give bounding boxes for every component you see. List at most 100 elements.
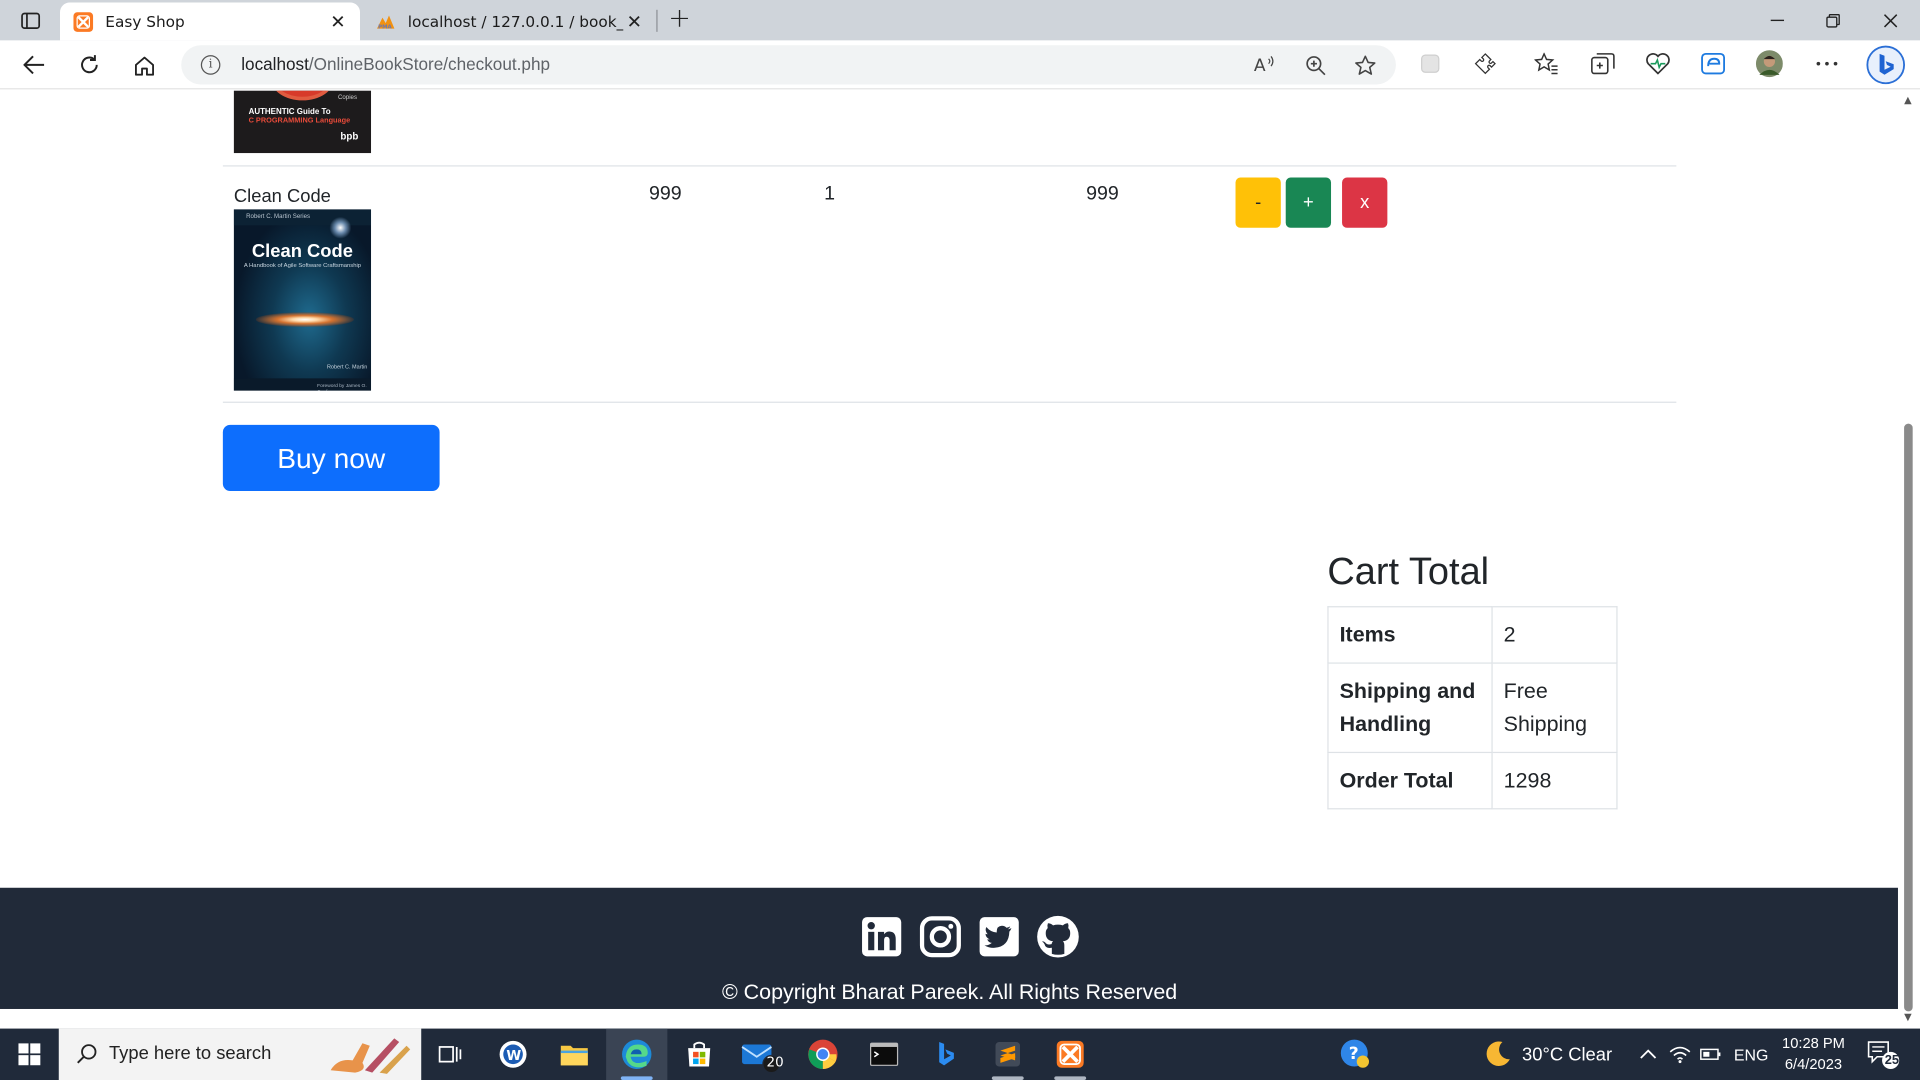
wifi-icon[interactable] bbox=[1669, 1029, 1691, 1080]
shipping-label: Shipping and Handling bbox=[1327, 662, 1493, 754]
extensions-icon[interactable] bbox=[1472, 50, 1499, 77]
xampp-favicon-icon bbox=[73, 11, 94, 32]
search-highlight-icon bbox=[326, 1033, 417, 1080]
linkedin-icon[interactable] bbox=[860, 915, 904, 959]
page-scrollbar[interactable]: ▲ ▼ bbox=[1899, 90, 1920, 1029]
increase-quantity-button[interactable]: + bbox=[1285, 177, 1332, 228]
table-row-divider bbox=[222, 401, 1677, 403]
new-tab-button[interactable]: + bbox=[666, 6, 693, 33]
scroll-down-icon[interactable]: ▼ bbox=[1904, 1011, 1912, 1022]
page-bottom-strip bbox=[0, 1008, 1900, 1029]
items-label: Items bbox=[1327, 606, 1493, 664]
edge-drop-icon[interactable] bbox=[1700, 50, 1727, 77]
weather-widget[interactable]: 30°C Clear bbox=[1482, 1029, 1612, 1080]
file-explorer-icon[interactable] bbox=[544, 1029, 605, 1080]
help-icon[interactable]: ? bbox=[1325, 1029, 1386, 1080]
url-host: localhost bbox=[241, 53, 309, 74]
back-icon[interactable] bbox=[18, 50, 50, 79]
windows-start-icon[interactable] bbox=[0, 1029, 59, 1080]
scroll-up-icon[interactable]: ▲ bbox=[1904, 94, 1912, 105]
extension-placeholder-icon[interactable] bbox=[1417, 50, 1444, 77]
order-total-value: 1298 bbox=[1491, 751, 1618, 810]
notification-center-icon[interactable]: 25 bbox=[1866, 1029, 1900, 1080]
scrollbar-thumb[interactable] bbox=[1904, 423, 1913, 1012]
task-view-icon[interactable] bbox=[420, 1029, 481, 1080]
buy-now-button[interactable]: Buy now bbox=[222, 424, 440, 492]
cover-star-glow bbox=[329, 216, 352, 239]
restore-button[interactable] bbox=[1805, 0, 1861, 40]
instagram-icon[interactable] bbox=[918, 915, 962, 959]
taskbar-search-box[interactable]: Type here to search bbox=[58, 1028, 422, 1080]
remove-item-button[interactable]: x bbox=[1342, 177, 1388, 228]
decrease-quantity-button[interactable]: - bbox=[1235, 177, 1281, 228]
microsoft-store-icon[interactable] bbox=[669, 1029, 730, 1080]
xampp-taskbar-icon[interactable] bbox=[1040, 1029, 1101, 1080]
tab-actions-icon[interactable] bbox=[15, 9, 47, 33]
cover-publisher: bpb bbox=[340, 131, 359, 143]
clean-code-book-cover: Robert C. Martin Series Clean Code A Han… bbox=[233, 209, 372, 391]
browser-tab-strip: Easy Shop ✕ PMA localhost / 127.0.0.1 / … bbox=[0, 0, 1920, 41]
mail-badge: 20 bbox=[766, 1054, 784, 1071]
cover-title: Clean Code bbox=[251, 241, 353, 263]
phpmyadmin-favicon-icon: PMA bbox=[376, 12, 396, 32]
tab-easy-shop[interactable]: Easy Shop ✕ bbox=[60, 2, 361, 41]
url-path: /OnlineBookStore/checkout.php bbox=[308, 53, 551, 74]
edge-taskbar-icon[interactable] bbox=[606, 1028, 668, 1080]
tab-title: localhost / 127.0.0.1 / book_store bbox=[407, 12, 624, 31]
checkout-page: Copies AUTHENTIC Guide To C PROGRAMMING … bbox=[0, 90, 1898, 1009]
cover-badge-text: Copies bbox=[337, 94, 358, 102]
shipping-value: Free Shipping bbox=[1491, 662, 1618, 754]
svg-text:W: W bbox=[506, 1049, 521, 1064]
favorite-star-icon[interactable] bbox=[1353, 54, 1377, 76]
home-icon[interactable] bbox=[129, 50, 161, 79]
collections-icon[interactable] bbox=[1589, 50, 1616, 77]
site-info-icon[interactable]: i bbox=[200, 55, 221, 75]
bing-taskbar-icon[interactable] bbox=[916, 1029, 977, 1080]
zoom-icon[interactable] bbox=[1303, 54, 1327, 76]
browser-essentials-icon[interactable] bbox=[1645, 50, 1672, 77]
language-indicator[interactable]: ENG bbox=[1734, 1029, 1768, 1080]
mail-icon[interactable]: 20 bbox=[730, 1029, 791, 1080]
favorites-icon[interactable] bbox=[1533, 50, 1560, 77]
site-footer: © Copyright Bharat Pareek. All Rights Re… bbox=[0, 887, 1898, 1009]
minimize-button[interactable] bbox=[1749, 0, 1805, 40]
table-row: Order Total 1298 bbox=[1327, 751, 1618, 810]
close-tab-icon[interactable]: ✕ bbox=[623, 10, 645, 32]
refresh-icon[interactable] bbox=[73, 50, 105, 79]
cart-item-name: Clean Code bbox=[233, 186, 331, 207]
sublime-text-icon[interactable] bbox=[977, 1029, 1038, 1080]
cover-author: Robert C. Martin bbox=[326, 363, 368, 370]
cart-item-subtotal: 999 bbox=[1086, 183, 1119, 205]
tab-phpmyadmin[interactable]: PMA localhost / 127.0.0.1 / book_store ✕ bbox=[362, 2, 656, 40]
search-icon bbox=[76, 1043, 98, 1070]
bing-copilot-icon[interactable] bbox=[1866, 45, 1906, 85]
cover-galaxy-image bbox=[255, 312, 354, 327]
more-options-icon[interactable] bbox=[1813, 50, 1840, 77]
previous-book-cover: Copies AUTHENTIC Guide To C PROGRAMMING … bbox=[233, 90, 372, 154]
read-aloud-icon[interactable]: A bbox=[1253, 54, 1277, 76]
copyright-text: © Copyright Bharat Pareek. All Rights Re… bbox=[721, 979, 1178, 1005]
search-placeholder: Type here to search bbox=[108, 1043, 272, 1065]
battery-icon[interactable] bbox=[1700, 1029, 1722, 1080]
word-app-icon[interactable]: W bbox=[482, 1029, 543, 1080]
show-hidden-icons[interactable] bbox=[1638, 1029, 1658, 1080]
svg-text:A: A bbox=[1254, 56, 1266, 75]
chrome-icon[interactable] bbox=[792, 1029, 853, 1080]
twitter-icon[interactable] bbox=[977, 915, 1021, 959]
url-text: localhost/OnlineBookStore/checkout.php bbox=[241, 54, 550, 74]
close-window-button[interactable] bbox=[1862, 0, 1918, 40]
cart-item-price: 999 bbox=[648, 183, 682, 205]
taskbar-clock[interactable]: 10:28 PM 6/4/2023 bbox=[1774, 1033, 1852, 1075]
cover-subtitle: A Handbook of Agile Software Craftsmansh… bbox=[243, 263, 362, 270]
cover-emblem bbox=[270, 90, 335, 101]
cover-line-1: AUTHENTIC Guide To bbox=[248, 107, 331, 117]
cart-total-title: Cart Total bbox=[1327, 549, 1490, 593]
close-tab-icon[interactable]: ✕ bbox=[327, 10, 349, 32]
tab-separator bbox=[656, 9, 658, 32]
tab-title: Easy Shop bbox=[105, 12, 185, 31]
profile-avatar[interactable] bbox=[1755, 50, 1783, 78]
terminal-icon[interactable] bbox=[853, 1029, 914, 1080]
address-bar[interactable]: i localhost/OnlineBookStore/checkout.php… bbox=[181, 45, 1396, 85]
github-icon[interactable] bbox=[1036, 915, 1080, 959]
cart-item-quantity: 1 bbox=[824, 183, 835, 205]
